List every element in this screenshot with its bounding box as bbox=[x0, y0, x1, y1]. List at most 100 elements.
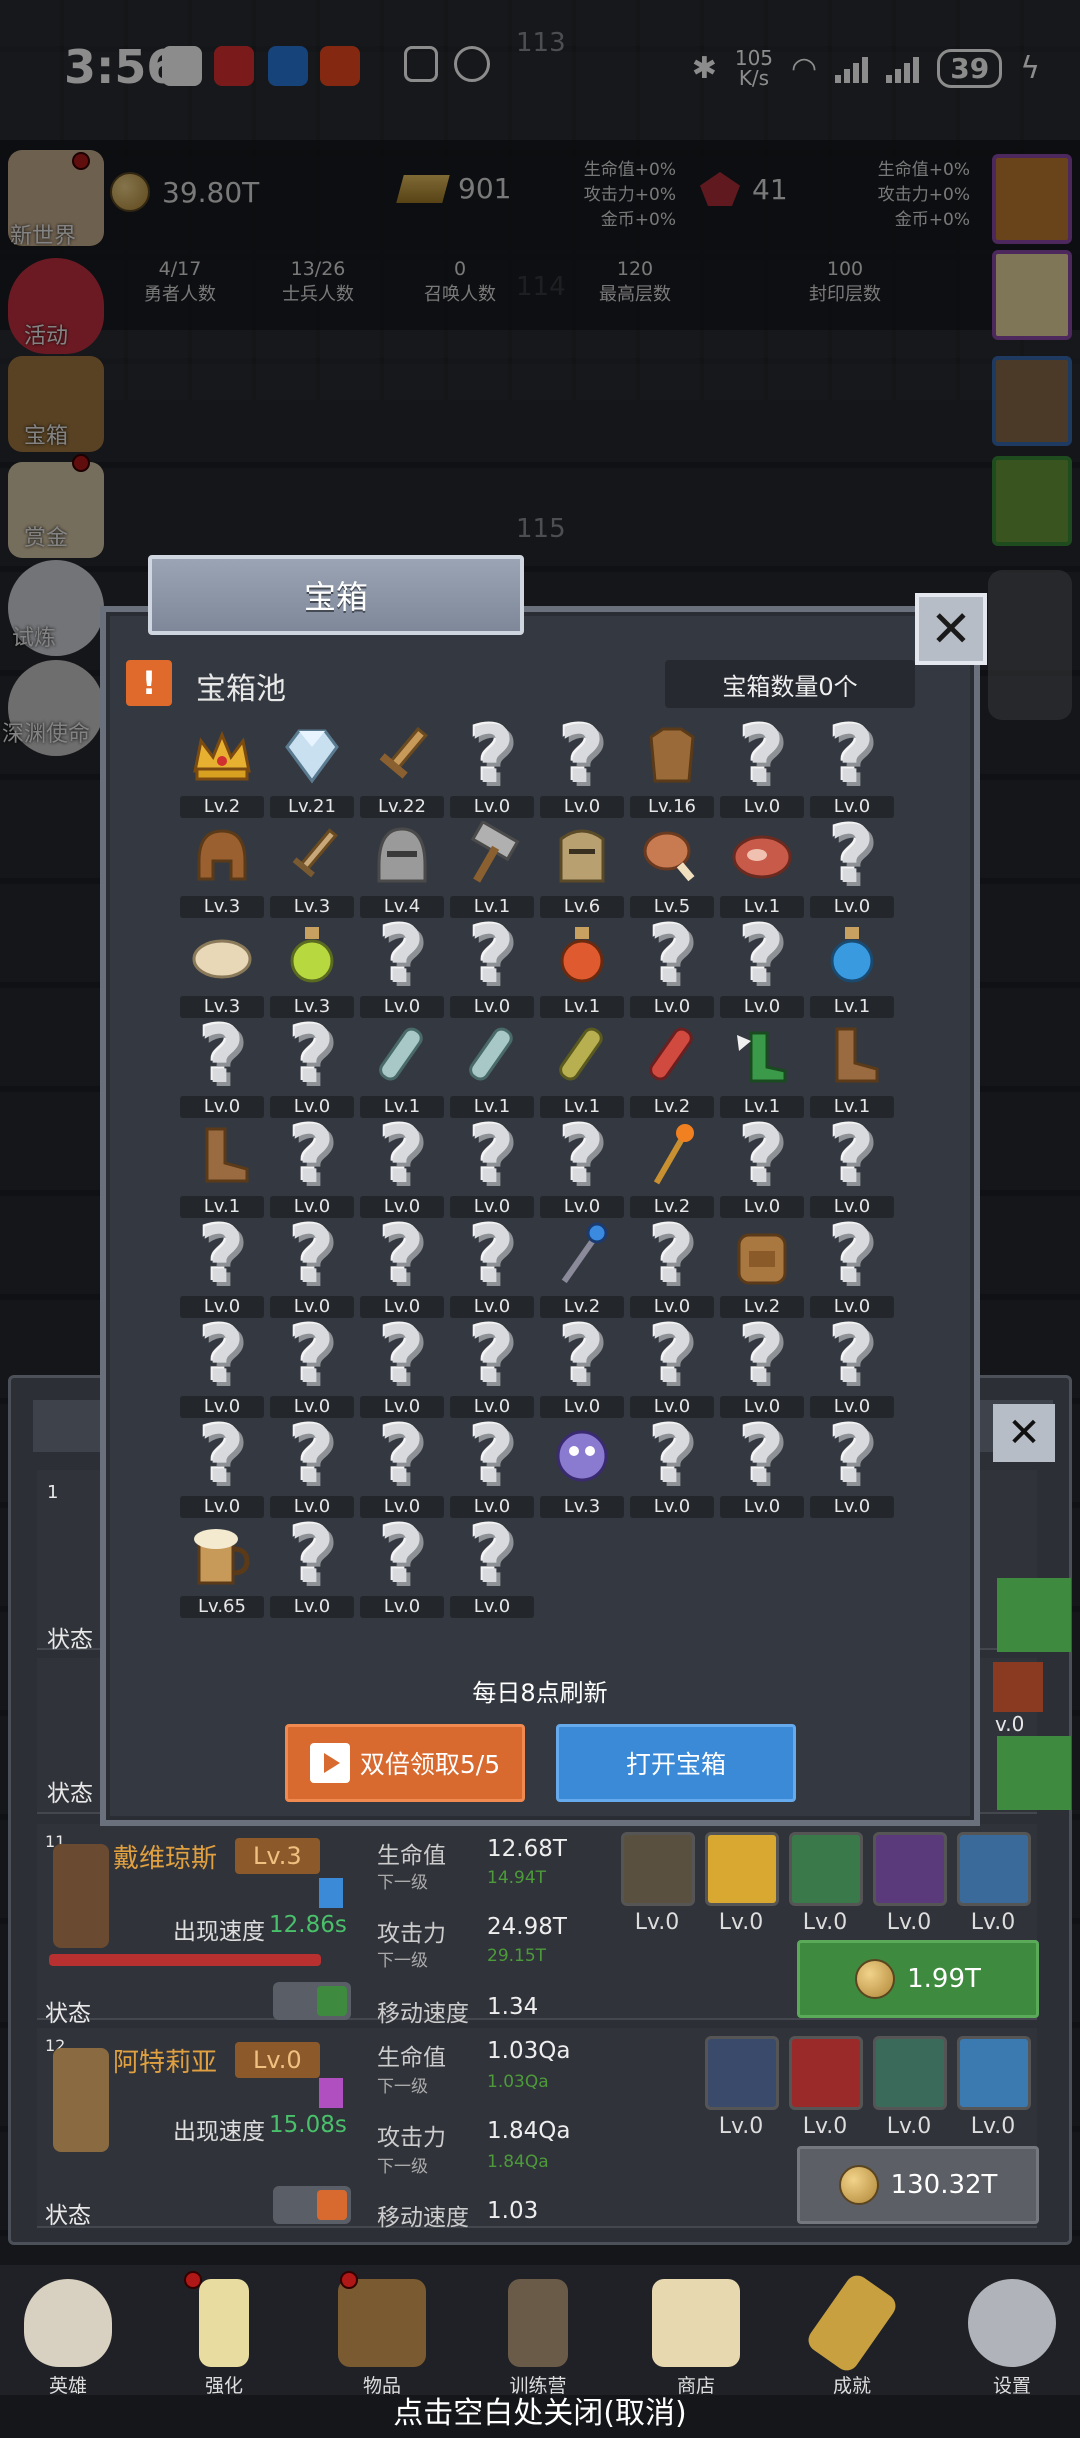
item-slot[interactable]: Lv.2 bbox=[540, 1220, 624, 1320]
item-slot[interactable]: ? Lv.0 bbox=[450, 917, 534, 1020]
beast-skill-icon[interactable] bbox=[957, 1832, 1031, 1906]
heart-skill-icon[interactable] bbox=[957, 2036, 1031, 2110]
item-slot[interactable]: ? Lv.0 bbox=[450, 717, 534, 820]
item-slot[interactable]: ? Lv.0 bbox=[360, 1217, 444, 1320]
open-chest-button[interactable]: 打开宝箱 bbox=[556, 1724, 796, 1802]
item-slot[interactable]: ? Lv.0 bbox=[720, 917, 804, 1020]
beer-mug-icon bbox=[186, 1520, 258, 1592]
nav-shop[interactable]: 商店 bbox=[636, 2265, 756, 2397]
item-slot[interactable]: ? Lv.0 bbox=[270, 1217, 354, 1320]
close-icon[interactable]: ✕ bbox=[915, 593, 987, 665]
skull-shield-skill-icon[interactable] bbox=[621, 1832, 695, 1906]
item-slot[interactable]: ? Lv.0 bbox=[810, 1417, 894, 1520]
item-slot[interactable]: Lv.3 bbox=[180, 820, 264, 920]
item-slot[interactable]: Lv.4 bbox=[360, 820, 444, 920]
item-slot[interactable]: ? Lv.0 bbox=[180, 1017, 264, 1120]
item-slot[interactable]: ? Lv.0 bbox=[450, 1117, 534, 1220]
item-level: Lv.3 bbox=[180, 896, 264, 918]
item-slot[interactable]: Lv.22 bbox=[360, 720, 444, 820]
leather-boot-icon bbox=[816, 1020, 888, 1092]
nav-enhance[interactable]: 强化 bbox=[164, 2265, 284, 2397]
item-slot[interactable]: Lv.3 bbox=[270, 820, 354, 920]
item-slot[interactable]: ? Lv.0 bbox=[720, 1117, 804, 1220]
item-slot[interactable]: ? Lv.0 bbox=[450, 1317, 534, 1420]
item-slot[interactable]: Lv.16 bbox=[630, 720, 714, 820]
item-slot[interactable]: ? Lv.0 bbox=[450, 1217, 534, 1320]
item-slot[interactable]: ? Lv.0 bbox=[270, 1317, 354, 1420]
shield-skill-icon[interactable] bbox=[705, 2036, 779, 2110]
item-slot[interactable]: ? Lv.0 bbox=[360, 917, 444, 1020]
item-slot[interactable]: ? Lv.0 bbox=[810, 817, 894, 920]
item-slot[interactable]: Lv.1 bbox=[450, 1020, 534, 1120]
item-slot[interactable]: Lv.1 bbox=[360, 1020, 444, 1120]
item-slot[interactable]: ? Lv.0 bbox=[360, 1517, 444, 1620]
item-slot[interactable]: ? Lv.0 bbox=[360, 1411, 444, 1520]
item-slot[interactable]: Lv.1 bbox=[720, 1020, 804, 1120]
close-hint[interactable]: 点击空白处关闭(取消) bbox=[0, 2388, 1080, 2432]
item-slot[interactable]: Lv.3 bbox=[540, 1420, 624, 1520]
item-slot[interactable]: Lv.2 bbox=[180, 720, 264, 820]
item-slot[interactable]: ? Lv.0 bbox=[810, 1217, 894, 1320]
item-slot[interactable]: ? Lv.0 bbox=[450, 1417, 534, 1520]
item-slot[interactable]: Lv.65 bbox=[180, 1520, 264, 1620]
item-slot[interactable]: ? Lv.0 bbox=[270, 1117, 354, 1220]
buy-button[interactable] bbox=[997, 1578, 1071, 1652]
status-toggle[interactable] bbox=[273, 2186, 351, 2224]
item-slot[interactable]: ? Lv.0 bbox=[180, 1217, 264, 1320]
gold-coin-icon bbox=[855, 1959, 896, 1999]
item-slot[interactable]: ? Lv.0 bbox=[180, 1317, 264, 1420]
item-slot[interactable]: ? Lv.0 bbox=[270, 1017, 354, 1120]
double-claim-button[interactable]: 双倍领取5/5 bbox=[285, 1724, 525, 1802]
item-slot[interactable]: ? Lv.0 bbox=[360, 1317, 444, 1420]
nav-items[interactable]: 物品 bbox=[322, 2265, 442, 2397]
item-slot[interactable]: ? Lv.0 bbox=[720, 1317, 804, 1420]
item-slot[interactable]: ? Lv.0 bbox=[720, 1417, 804, 1520]
close-icon[interactable]: ✕ bbox=[993, 1404, 1055, 1462]
item-slot[interactable]: ? Lv.0 bbox=[540, 717, 624, 820]
item-slot[interactable]: ? Lv.0 bbox=[630, 1317, 714, 1420]
item-slot[interactable]: Lv.1 bbox=[720, 820, 804, 920]
item-slot[interactable]: ? Lv.0 bbox=[630, 1417, 714, 1520]
item-slot[interactable]: Lv.1 bbox=[180, 1120, 264, 1220]
upgrade-button[interactable]: 130.32T bbox=[797, 2146, 1039, 2224]
item-slot[interactable]: ? Lv.0 bbox=[810, 1317, 894, 1420]
item-slot[interactable]: Lv.5 bbox=[630, 820, 714, 920]
item-slot[interactable]: Lv.1 bbox=[540, 1020, 624, 1120]
item-slot[interactable]: Lv.3 bbox=[180, 920, 264, 1020]
item-slot[interactable]: ? Lv.0 bbox=[360, 1117, 444, 1220]
item-slot[interactable]: ? Lv.0 bbox=[810, 1117, 894, 1220]
item-slot[interactable]: ? Lv.0 bbox=[270, 1417, 354, 1520]
item-slot[interactable]: ? Lv.0 bbox=[810, 717, 894, 820]
item-slot[interactable]: Lv.21 bbox=[270, 720, 354, 820]
upgrade-button[interactable]: 1.99T bbox=[797, 1940, 1039, 2018]
item-slot[interactable]: Lv.3 bbox=[270, 920, 354, 1020]
item-slot[interactable]: Lv.2 bbox=[630, 1020, 714, 1120]
blood-skill-icon[interactable] bbox=[789, 2036, 863, 2110]
unknown-icon: ? bbox=[379, 1411, 425, 1501]
nav-heroes[interactable]: 英雄 bbox=[8, 2265, 128, 2397]
item-slot[interactable]: Lv.1 bbox=[450, 820, 534, 920]
nav-training-camp[interactable]: 训练营 bbox=[478, 2265, 598, 2397]
nav-achievements[interactable]: 成就 bbox=[792, 2265, 912, 2397]
item-slot[interactable]: Lv.6 bbox=[540, 820, 624, 920]
buy-button[interactable] bbox=[997, 1736, 1071, 1810]
item-slot[interactable]: Lv.1 bbox=[810, 920, 894, 1020]
status-toggle[interactable] bbox=[273, 1982, 351, 2020]
item-slot[interactable]: ? Lv.0 bbox=[630, 1217, 714, 1320]
item-slot[interactable]: Lv.1 bbox=[540, 920, 624, 1020]
item-slot[interactable]: ? Lv.0 bbox=[540, 1317, 624, 1420]
item-slot[interactable]: ? Lv.0 bbox=[270, 1517, 354, 1620]
item-slot[interactable]: ? Lv.0 bbox=[630, 917, 714, 1020]
item-slot[interactable]: ? Lv.0 bbox=[720, 717, 804, 820]
blade-skill-icon[interactable] bbox=[705, 1832, 779, 1906]
item-slot[interactable]: Lv.2 bbox=[720, 1220, 804, 1320]
claw-skill-icon[interactable] bbox=[873, 1832, 947, 1906]
item-slot[interactable]: ? Lv.0 bbox=[450, 1517, 534, 1620]
item-slot[interactable]: ? Lv.0 bbox=[180, 1417, 264, 1520]
gauntlet-skill-icon[interactable] bbox=[789, 1832, 863, 1906]
nav-settings[interactable]: 设置 bbox=[952, 2265, 1072, 2397]
item-slot[interactable]: Lv.1 bbox=[810, 1020, 894, 1120]
item-slot[interactable]: Lv.2 bbox=[630, 1120, 714, 1220]
item-slot[interactable]: ? Lv.0 bbox=[540, 1117, 624, 1220]
arrow-skill-icon[interactable] bbox=[873, 2036, 947, 2110]
